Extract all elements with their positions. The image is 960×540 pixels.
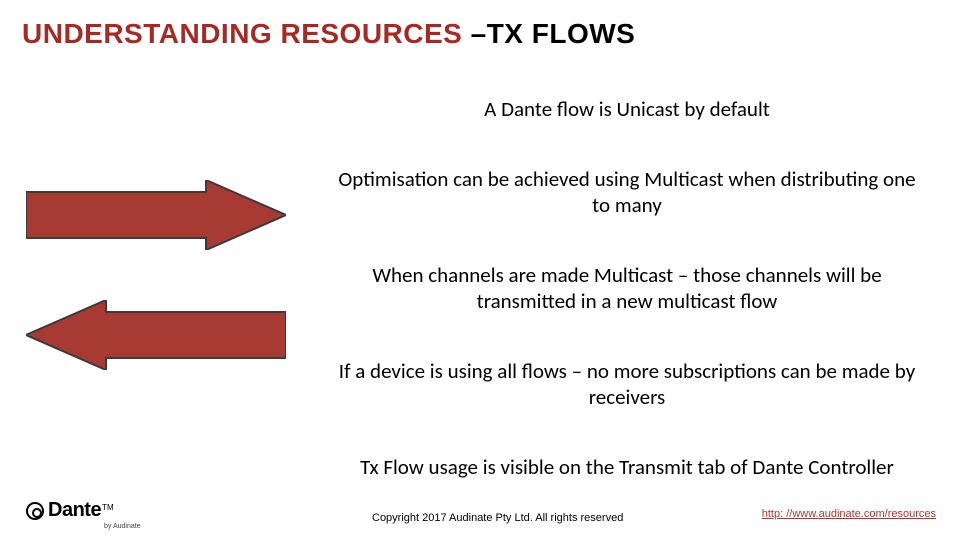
bullet-item: Tx Flow usage is visible on the Transmit…	[320, 454, 934, 480]
logo-tm: TM	[102, 503, 114, 512]
bullet-list: A Dante flow is Unicast by default Optim…	[320, 96, 934, 480]
slide-title: UNDERSTANDING RESOURCES –TX FLOWS	[22, 18, 635, 50]
logo-text: Dante	[48, 499, 101, 521]
bullet-item: A Dante flow is Unicast by default	[320, 96, 934, 122]
bullet-item: When channels are made Multicast – those…	[320, 262, 934, 315]
resources-link[interactable]: http: //www.audinate.com/resources	[762, 508, 936, 520]
logo-subtext: by Audinate	[104, 523, 141, 530]
footer: DanteTM by Audinate Copyright 2017 Audin…	[0, 506, 960, 530]
brand-logo: DanteTM	[26, 499, 114, 522]
bullet-item: If a device is using all flows – no more…	[320, 358, 934, 411]
title-red: UNDERSTANDING RESOURCES	[22, 18, 471, 49]
bullet-item: Optimisation can be achieved using Multi…	[320, 166, 934, 219]
slide: UNDERSTANDING RESOURCES –TX FLOWS A Dant…	[0, 0, 960, 540]
copyright-text: Copyright 2017 Audinate Pty Ltd. All rig…	[372, 512, 623, 524]
arrow-right-icon	[26, 180, 286, 250]
arrow-left-icon	[26, 300, 286, 370]
logo-mark-icon	[26, 502, 44, 520]
title-black: –TX FLOWS	[471, 18, 636, 49]
